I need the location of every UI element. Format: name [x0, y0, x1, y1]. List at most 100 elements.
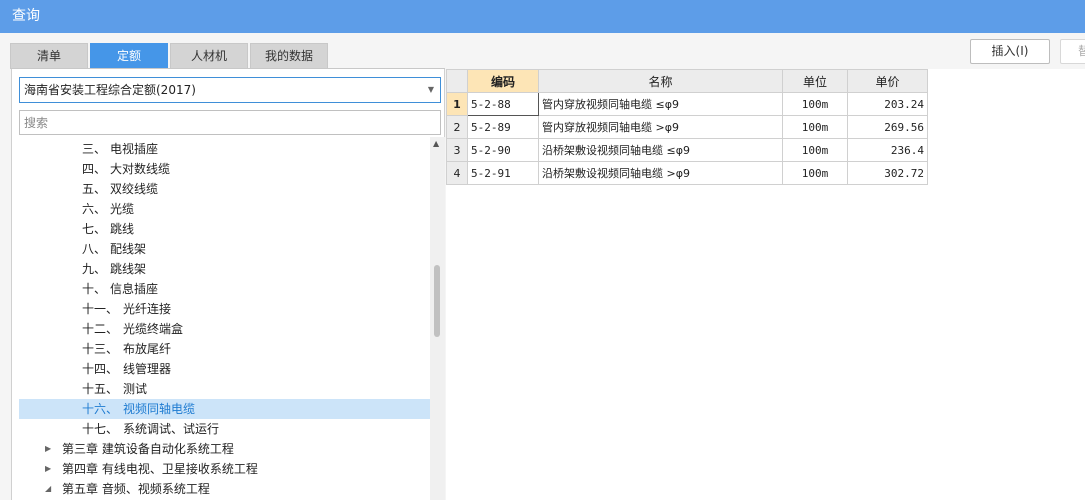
library-select-value: 海南省安装工程综合定额(2017) [24, 83, 196, 97]
tree-item-number: 十五、 [82, 382, 119, 396]
chapter-tree: 三、 电视插座 四、 大对数线缆 五、 双绞线缆 六、 光缆 七、 跳线 八、 配线架 九、 跳线架 十、信… [19, 139, 430, 500]
tree-item-label: 线管理器 [123, 362, 172, 376]
column-header-code[interactable]: 编码 [467, 69, 539, 93]
tree-scrollbar[interactable]: ▲ [430, 137, 445, 500]
scrollbar-thumb[interactable] [434, 265, 440, 337]
tab-bill[interactable]: 清单 [10, 43, 88, 68]
column-header-name[interactable]: 名称 [538, 69, 783, 93]
tree-item-label: 光纤连接 [123, 302, 172, 316]
tree-item[interactable]: 十二、 光缆终端盒 [19, 319, 430, 339]
tree-item-number: 十二、 [82, 322, 119, 336]
row-number-header [446, 69, 468, 93]
tree-item-number: 十三、 [82, 342, 119, 356]
scroll-up-icon[interactable]: ▲ [433, 139, 439, 148]
tree-item[interactable]: 三、 电视插座 [19, 139, 430, 159]
cell-unit[interactable]: 100m [782, 161, 848, 185]
tree-item[interactable]: ◢ 第五章 音频、视频系统工程 [19, 479, 430, 499]
cell-price[interactable]: 236.4 [847, 138, 928, 162]
cell-code[interactable]: 5-2-90 [467, 138, 539, 162]
tree-item[interactable]: ▶ 第四章 有线电视、卫星接收系统工程 [19, 459, 430, 479]
tree-item-label: 电视插座 [110, 142, 159, 156]
tree-item-label: 视频同轴电缆 [123, 402, 196, 416]
tree-item-number: 六、 [82, 202, 107, 216]
tree-item[interactable]: 十六、 视频同轴电缆 [19, 399, 430, 419]
tree-item[interactable]: 四、 大对数线缆 [19, 159, 430, 179]
quota-grid-panel: 编码 名称 单位 单价 1 5-2-88 管内穿放视频同轴电缆 ≤φ9 100m 203… [446, 69, 1085, 500]
tree-item-label: 大对数线缆 [110, 162, 171, 176]
tree-item-number: 四、 [82, 162, 107, 176]
tree-item-label: 系统调试、试运行 [123, 422, 220, 436]
tree-item-label: 布放尾纤 [123, 342, 172, 356]
cell-name[interactable]: 沿桥架敷设视频同轴电缆 ≤φ9 [538, 138, 783, 162]
tree-item-number: 九、 [82, 262, 107, 276]
cell-price[interactable]: 203.24 [847, 92, 928, 116]
tree-item-label: 光缆 [110, 202, 135, 216]
cell-unit[interactable]: 100m [782, 92, 848, 116]
table-row[interactable]: 3 5-2-90 沿桥架敷设视频同轴电缆 ≤φ9 100m 236.4 [446, 138, 928, 162]
row-number[interactable]: 2 [446, 115, 468, 139]
tree-item-number: 三、 [82, 142, 107, 156]
tab-my-data[interactable]: 我的数据 [250, 43, 328, 68]
cell-name[interactable]: 沿桥架敷设视频同轴电缆 >φ9 [538, 161, 783, 185]
tree-item-label: 跳线架 [110, 262, 147, 276]
tree-item[interactable]: 七、 跳线 [19, 219, 430, 239]
cell-name[interactable]: 管内穿放视频同轴电缆 >φ9 [538, 115, 783, 139]
tree-item[interactable]: 六、 光缆 [19, 199, 430, 219]
dropdown-arrow-icon[interactable]: ▼ [428, 78, 434, 102]
cell-unit[interactable]: 100m [782, 138, 848, 162]
tree-item[interactable]: ▶ 第三章 建筑设备自动化系统工程 [19, 439, 430, 459]
cell-code[interactable]: 5-2-91 [467, 161, 539, 185]
tab-quota[interactable]: 定额 [90, 43, 168, 68]
tree-item-number: 五、 [82, 182, 107, 196]
expand-arrow-icon[interactable]: ▶ [45, 439, 51, 459]
replace-button[interactable]: 替 [1060, 39, 1085, 64]
tree-item[interactable]: 十三、 布放尾纤 [19, 339, 430, 359]
tree-item[interactable]: 十四、 线管理器 [19, 359, 430, 379]
library-select[interactable]: 海南省安装工程综合定额(2017) ▼ [19, 77, 441, 103]
tree-item-number: 十六、 [82, 402, 119, 416]
cell-code[interactable]: 5-2-89 [467, 115, 539, 139]
cell-name[interactable]: 管内穿放视频同轴电缆 ≤φ9 [538, 92, 783, 116]
table-header-row: 编码 名称 单位 单价 [446, 69, 928, 93]
cell-code[interactable]: 5-2-88 [467, 92, 539, 116]
table-row[interactable]: 4 5-2-91 沿桥架敷设视频同轴电缆 >φ9 100m 302.72 [446, 161, 928, 185]
tree-item-label: 测试 [123, 382, 148, 396]
search-input[interactable] [19, 110, 441, 135]
tree-item[interactable]: 十七、 系统调试、试运行 [19, 419, 430, 439]
tree-item-label: 第三章 建筑设备自动化系统工程 [62, 442, 234, 456]
tree-item-number: 十一、 [82, 302, 119, 316]
tab-labor-material-machine[interactable]: 人材机 [170, 43, 248, 68]
tree-item-label: 信息插座 [110, 282, 159, 296]
tree-item-label: 第五章 音频、视频系统工程 [62, 482, 210, 496]
expand-arrow-icon[interactable]: ▶ [45, 459, 51, 479]
cell-price[interactable]: 302.72 [847, 161, 928, 185]
insert-button[interactable]: 插入(I) [970, 39, 1050, 64]
row-number[interactable]: 4 [446, 161, 468, 185]
tab-bar: 清单 定额 人材机 我的数据 [10, 43, 330, 68]
row-number[interactable]: 3 [446, 138, 468, 162]
column-header-unit[interactable]: 单位 [782, 69, 848, 93]
window-title: 查询 [0, 0, 1085, 33]
tree-item-label: 第四章 有线电视、卫星接收系统工程 [62, 462, 258, 476]
row-number[interactable]: 1 [446, 92, 468, 116]
collapse-arrow-icon[interactable]: ◢ [45, 479, 51, 499]
tree-item-label: 光缆终端盒 [123, 322, 184, 336]
tree-item[interactable]: 八、 配线架 [19, 239, 430, 259]
tree-item[interactable]: 十、 信息插座 [19, 279, 430, 299]
cell-price[interactable]: 269.56 [847, 115, 928, 139]
tree-item[interactable]: 五、 双绞线缆 [19, 179, 430, 199]
table-row[interactable]: 2 5-2-89 管内穿放视频同轴电缆 >φ9 100m 269.56 [446, 115, 928, 139]
tree-item-number: 八、 [82, 242, 107, 256]
tree-item-number: 十七、 [82, 422, 119, 436]
tree-item[interactable]: 九、 跳线架 [19, 259, 430, 279]
quota-table: 编码 名称 单位 单价 1 5-2-88 管内穿放视频同轴电缆 ≤φ9 100m 203… [446, 69, 928, 185]
table-row[interactable]: 1 5-2-88 管内穿放视频同轴电缆 ≤φ9 100m 203.24 [446, 92, 928, 116]
cell-unit[interactable]: 100m [782, 115, 848, 139]
tree-item-label: 配线架 [110, 242, 147, 256]
library-panel: 海南省安装工程综合定额(2017) ▼ 三、电视插座四、大对数线缆五、双绞线缆六… [11, 69, 445, 500]
tree-item-number: 十四、 [82, 362, 119, 376]
tree-item[interactable]: 十一、 光纤连接 [19, 299, 430, 319]
tree-item[interactable]: 十五、 测试 [19, 379, 430, 399]
tree-item-label: 双绞线缆 [110, 182, 159, 196]
column-header-price[interactable]: 单价 [847, 69, 928, 93]
